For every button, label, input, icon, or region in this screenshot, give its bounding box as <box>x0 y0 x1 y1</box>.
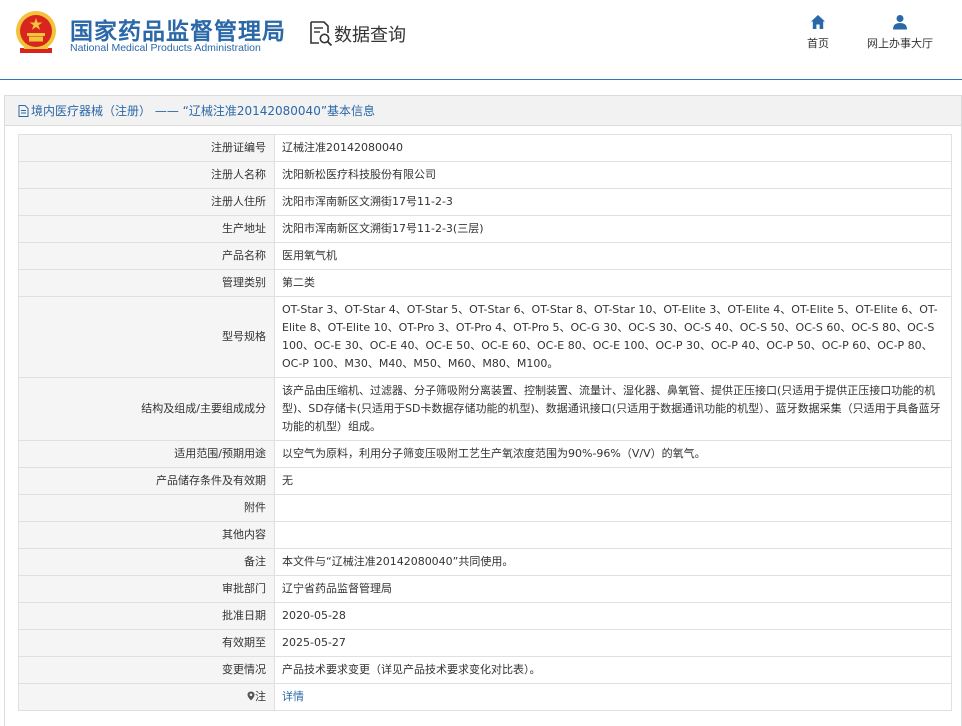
row-key: 变更情况 <box>18 656 275 684</box>
row-key: 注册证编号 <box>18 134 275 162</box>
table-row: 批准日期 2020-05-28 <box>18 602 952 630</box>
row-value: 该产品由压缩机、过滤器、分子筛吸附分离装置、控制装置、流量计、湿化器、鼻氧管、提… <box>274 377 952 441</box>
table-row: 注册人名称 沈阳新松医疗科技股份有限公司 <box>18 161 952 189</box>
table-row: 注 详情 <box>18 683 952 711</box>
row-key: 适用范围/预期用途 <box>18 440 275 468</box>
row-key: 附件 <box>18 494 275 522</box>
row-value: 沈阳市浑南新区文溯街17号11-2-3 <box>274 188 952 216</box>
row-value: 辽械注准20142080040 <box>274 134 952 162</box>
row-key: 产品名称 <box>18 242 275 270</box>
nav-online-hall-label: 网上办事大厅 <box>867 37 933 50</box>
row-value: 沈阳新松医疗科技股份有限公司 <box>274 161 952 189</box>
site-header: 国家药品监督管理局 National Medical Products Admi… <box>0 0 962 80</box>
table-row: 结构及组成/主要组成成分 该产品由压缩机、过滤器、分子筛吸附分离装置、控制装置、流… <box>18 377 952 441</box>
table-row: 有效期至 2025-05-27 <box>18 629 952 657</box>
data-query-title: 数据查询 <box>334 25 406 46</box>
search-document-icon <box>310 21 333 47</box>
row-value <box>274 494 952 522</box>
table-row: 生产地址 沈阳市浑南新区文溯街17号11-2-3(三层) <box>18 215 952 243</box>
table-row: 备注 本文件与“辽械注准20142080040”共同使用。 <box>18 548 952 576</box>
row-key-note: 注 <box>18 683 275 711</box>
table-row: 适用范围/预期用途 以空气为原料，利用分子筛变压吸附工艺生产氧浓度范围为90%-9… <box>18 440 952 468</box>
nav-home[interactable]: 首页 <box>796 14 840 51</box>
table-row: 审批部门 辽宁省药品监督管理局 <box>18 575 952 603</box>
row-key: 批准日期 <box>18 602 275 630</box>
row-value: 2020-05-28 <box>274 602 952 630</box>
panel-header: 境内医疗器械（注册） —— “辽械注准20142080040”基本信息 <box>5 96 961 126</box>
row-value: 无 <box>274 467 952 495</box>
row-value <box>274 521 952 549</box>
site-title-cn[interactable]: 国家药品监督管理局 <box>70 12 286 46</box>
row-value: 本文件与“辽械注准20142080040”共同使用。 <box>274 548 952 576</box>
row-value: 产品技术要求变更（详见产品技术要求变化对比表）。 <box>274 656 952 684</box>
table-row: 产品名称 医用氧气机 <box>18 242 952 270</box>
row-value: OT-Star 3、OT-Star 4、OT-Star 5、OT-Star 6、… <box>274 296 952 378</box>
note-label: 注 <box>255 690 266 703</box>
row-key: 其他内容 <box>18 521 275 549</box>
row-value: 辽宁省药品监督管理局 <box>274 575 952 603</box>
row-value: 以空气为原料，利用分子筛变压吸附工艺生产氧浓度范围为90%-96%（V/V）的氧… <box>274 440 952 468</box>
row-key: 管理类别 <box>18 269 275 297</box>
table-row: 附件 <box>18 494 952 522</box>
table-row: 管理类别 第二类 <box>18 269 952 297</box>
row-key: 结构及组成/主要组成成分 <box>18 377 275 441</box>
table-row: 其他内容 <box>18 521 952 549</box>
row-value: 2025-05-27 <box>274 629 952 657</box>
table-row: 注册人住所 沈阳市浑南新区文溯街17号11-2-3 <box>18 188 952 216</box>
info-table: 注册证编号 辽械注准20142080040 注册人名称 沈阳新松医疗科技股份有限公司… <box>18 134 952 711</box>
row-key: 型号规格 <box>18 296 275 378</box>
table-row: 变更情况 产品技术要求变更（详见产品技术要求变化对比表）。 <box>18 656 952 684</box>
row-value: 沈阳市浑南新区文溯街17号11-2-3(三层) <box>274 215 952 243</box>
row-key: 产品储存条件及有效期 <box>18 467 275 495</box>
detail-panel: 境内医疗器械（注册） —— “辽械注准20142080040”基本信息 注册证编… <box>4 95 962 726</box>
row-key: 有效期至 <box>18 629 275 657</box>
nav-online-hall[interactable]: 网上办事大厅 <box>858 14 942 51</box>
row-key: 注册人名称 <box>18 161 275 189</box>
row-value: 第二类 <box>274 269 952 297</box>
row-key: 注册人住所 <box>18 188 275 216</box>
location-pin-icon <box>247 691 255 701</box>
table-row: 注册证编号 辽械注准20142080040 <box>18 134 952 162</box>
document-icon <box>18 105 29 117</box>
site-title-en[interactable]: National Medical Products Administration <box>70 42 261 54</box>
row-value: 详情 <box>274 683 952 711</box>
home-icon <box>811 15 825 29</box>
row-value: 医用氧气机 <box>274 242 952 270</box>
table-row: 产品储存条件及有效期无 <box>18 467 952 495</box>
details-link[interactable]: 详情 <box>282 690 304 703</box>
panel-title: 境内医疗器械（注册） —— “辽械注准20142080040”基本信息 <box>31 104 376 118</box>
nav-home-label: 首页 <box>807 37 829 50</box>
row-key: 审批部门 <box>18 575 275 603</box>
table-row: 型号规格 OT-Star 3、OT-Star 4、OT-Star 5、OT-Sta… <box>18 296 952 378</box>
row-key: 备注 <box>18 548 275 576</box>
user-icon <box>893 15 907 30</box>
row-key: 生产地址 <box>18 215 275 243</box>
national-emblem-icon <box>16 11 56 53</box>
